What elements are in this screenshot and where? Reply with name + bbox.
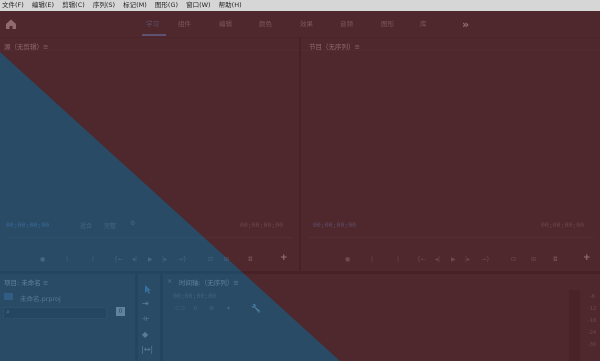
source-monitor-panel: 源（无剪辑）≡ 00;00;00;00 适合 完整 ⚙ 00;00;00;00 … [0, 38, 299, 271]
go-to-in-icon[interactable]: {← [417, 256, 426, 263]
menu-sequence[interactable]: 序列(S) [91, 0, 115, 11]
menu-edit[interactable]: 编辑(E) [30, 0, 54, 11]
program-monitor-panel: 节目（无序列）≡ 00;00;00;00 00;00;00;00 ● | | {… [301, 38, 600, 271]
audio-meter-bar [569, 290, 580, 361]
snap-icon[interactable]: ∩ [193, 305, 197, 312]
meter-label: -30 [588, 342, 597, 348]
meter-label: -18 [588, 318, 597, 324]
close-icon[interactable]: × [167, 277, 172, 285]
overwrite-icon[interactable]: ⊞ [224, 256, 229, 263]
add-marker-icon[interactable]: ▾ [227, 305, 230, 312]
zoom-dropdown[interactable]: 完整 [104, 221, 116, 230]
panel-divider [301, 50, 600, 51]
step-forward-icon[interactable]: |▸ [465, 256, 470, 263]
ripple-edit-tool-icon[interactable]: ⟛ [142, 314, 149, 324]
menu-help[interactable]: 帮助(H) [217, 0, 242, 11]
project-file-icon [4, 293, 13, 300]
workspace-bar: 学习 组件 编辑 颜色 效果 音频 图形 库 » [0, 11, 600, 37]
slip-tool-icon[interactable]: |↔| [141, 345, 153, 354]
timeline-title[interactable]: 时间轴:（无序列）≡ [179, 277, 239, 287]
source-scrubber[interactable] [6, 237, 293, 238]
new-bin-icon[interactable]: 0 [116, 307, 125, 316]
workspace-tab-assembly[interactable]: 组件 [178, 17, 191, 31]
add-marker-icon[interactable]: ● [40, 256, 45, 263]
mark-out-icon[interactable]: | [397, 256, 399, 263]
home-icon[interactable] [4, 17, 18, 31]
mark-in-icon[interactable]: | [66, 256, 68, 263]
menu-window[interactable]: 窗口(W) [184, 0, 211, 11]
step-back-icon[interactable]: ◂| [132, 256, 137, 263]
insert-overwrite-icon[interactable]: ⊂⊃ [175, 305, 185, 312]
meter-label: -24 [588, 330, 597, 336]
workspace-tab-effects[interactable]: 效果 [300, 17, 313, 31]
source-duration: 00;00;00;00 [240, 221, 284, 229]
menu-bar: 文件(F) 编辑(E) 剪辑(C) 序列(S) 标记(M) 图形(G) 窗口(W… [0, 0, 600, 11]
track-select-tool-icon[interactable]: ⇥ [142, 299, 149, 308]
workspace-tab-audio[interactable]: 音频 [340, 17, 353, 31]
program-timecode[interactable]: 00;00;00;00 [313, 221, 356, 229]
linked-selection-icon[interactable]: ⊘ [209, 305, 214, 312]
project-panel-title[interactable]: 项目: 未命名 ≡ [4, 277, 48, 287]
program-scrubber[interactable] [309, 237, 594, 238]
workspace-tab-color[interactable]: 颜色 [259, 17, 272, 31]
source-timecode[interactable]: 00;00;00;00 [6, 221, 49, 229]
tools-panel: ⇥ ⟛ ◆ |↔| [138, 274, 160, 361]
timeline-panel: × 时间轴:（无序列）≡ 00;00;00;00 ⊂⊃ ∩ ⊘ ▾ 🔧 [163, 274, 563, 361]
project-panel: 项目: 未命名 ≡ 未命名.prproj ⌕ 0 [0, 274, 135, 361]
mark-out-icon[interactable]: | [92, 256, 94, 263]
meter-label: -12 [588, 306, 597, 312]
step-forward-icon[interactable]: |▸ [162, 256, 167, 263]
mark-in-icon[interactable]: | [371, 256, 373, 263]
audio-meter-panel: -6 -12 -18 -24 -30 [563, 274, 600, 361]
add-marker-icon[interactable]: ● [345, 256, 350, 263]
panel-divider [0, 50, 299, 51]
workspace-tab-graphics[interactable]: 图形 [381, 17, 394, 31]
project-search-input[interactable]: ⌕ [3, 307, 107, 319]
menu-markers[interactable]: 标记(M) [121, 0, 147, 11]
export-frame-icon[interactable]: ◘ [553, 256, 558, 263]
razor-tool-icon[interactable]: ◆ [142, 330, 148, 339]
program-duration: 00;00;00;00 [541, 221, 585, 229]
workspace-tab-libraries[interactable]: 库 [420, 17, 427, 31]
menu-clip[interactable]: 剪辑(C) [60, 0, 85, 11]
project-file-name: 未命名.prproj [20, 295, 61, 303]
menu-file[interactable]: 文件(F) [0, 0, 24, 11]
add-button-icon[interactable]: + [280, 253, 288, 263]
menu-graphics[interactable]: 图形(G) [153, 0, 178, 11]
timeline-timecode[interactable]: 00;00;00;00 [173, 292, 216, 300]
meter-label: -6 [590, 294, 595, 300]
workspace-tab-learn[interactable]: 学习 [146, 17, 159, 31]
go-to-out-icon[interactable]: →} [481, 256, 490, 263]
more-workspaces-icon[interactable]: » [462, 18, 469, 31]
go-to-out-icon[interactable]: →} [178, 256, 187, 263]
workspace-tab-edit[interactable]: 编辑 [219, 17, 232, 31]
step-back-icon[interactable]: ◂| [435, 256, 440, 263]
lift-icon[interactable]: ⊡ [511, 256, 516, 263]
fit-dropdown[interactable]: 适合 [80, 221, 92, 230]
play-icon[interactable]: ▶ [451, 256, 456, 263]
add-button-icon[interactable]: + [583, 253, 591, 263]
extract-icon[interactable]: ⊞ [531, 256, 536, 263]
active-workspace-indicator [142, 34, 166, 36]
insert-icon[interactable]: ⊡ [208, 256, 213, 263]
selection-tool-icon[interactable] [143, 284, 153, 295]
wrench-icon[interactable]: 🔧 [251, 304, 261, 313]
go-to-in-icon[interactable]: {← [114, 256, 123, 263]
settings-icon[interactable]: ⚙ [130, 220, 135, 227]
play-icon[interactable]: ▶ [148, 256, 153, 263]
export-frame-icon[interactable]: ◘ [248, 256, 253, 263]
search-icon: ⌕ [6, 308, 10, 316]
